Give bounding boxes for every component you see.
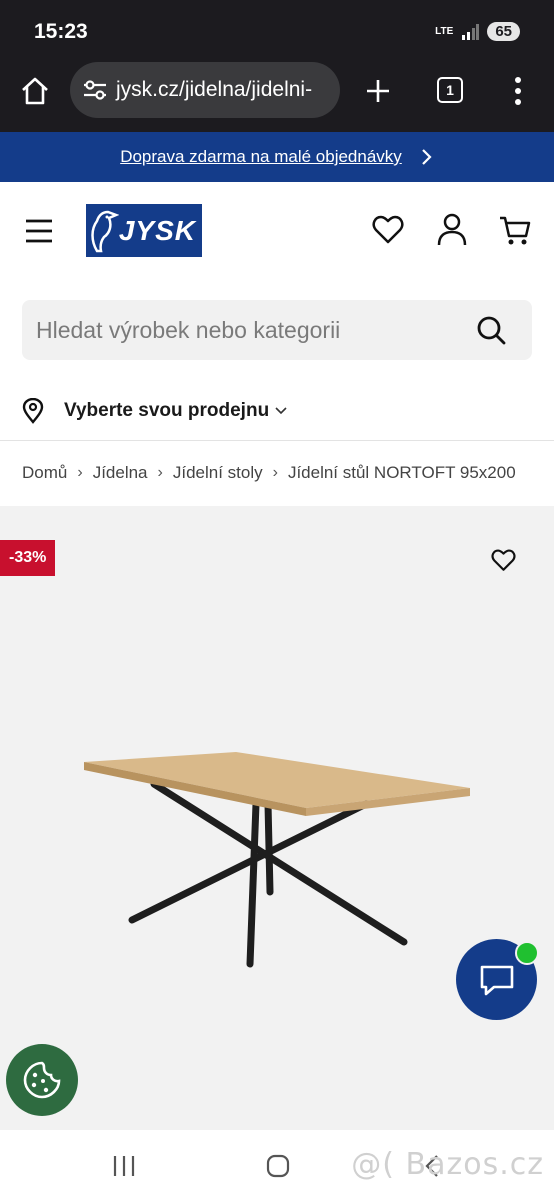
- promo-text[interactable]: Doprava zdarma na malé objednávky: [120, 147, 402, 167]
- store-selector[interactable]: Vyberte svou prodejnu: [22, 394, 287, 428]
- home-icon[interactable]: [20, 76, 50, 106]
- user-icon[interactable]: [437, 213, 467, 247]
- site-settings-icon[interactable]: [82, 77, 108, 103]
- browser-toolbar: jysk.cz/jidelna/jidelni- 1: [0, 62, 554, 132]
- logo-text: JYSK: [118, 214, 196, 246]
- breadcrumb-item-dining-tables[interactable]: Jídelní stoly: [173, 463, 263, 483]
- wishlist-heart-icon[interactable]: [491, 549, 516, 572]
- breadcrumb-item-dining[interactable]: Jídelna: [93, 463, 148, 483]
- cookie-icon: [23, 1061, 61, 1099]
- bird-logo-icon: [91, 210, 119, 253]
- search-input[interactable]: Hledat výrobek nebo kategorii: [36, 317, 476, 344]
- discount-badge: -33%: [0, 540, 56, 576]
- address-bar[interactable]: jysk.cz/jidelna/jidelni-: [70, 62, 340, 118]
- status-indicators: LTE 65: [435, 22, 520, 41]
- watermark: @( Bazos.cz: [351, 1147, 544, 1182]
- promo-banner[interactable]: Doprava zdarma na malé objednávky: [0, 132, 554, 182]
- tabs-icon[interactable]: 1: [437, 77, 463, 103]
- heart-icon[interactable]: [372, 215, 404, 245]
- more-icon[interactable]: [510, 76, 526, 106]
- battery-level: 65: [487, 22, 520, 41]
- tab-count: 1: [446, 82, 454, 98]
- online-indicator: [515, 941, 539, 965]
- location-icon: [22, 398, 44, 424]
- product-gallery[interactable]: -33%: [0, 506, 554, 1130]
- product-image: [84, 752, 470, 968]
- chevron-right-icon: ›: [157, 464, 163, 481]
- menu-icon[interactable]: [24, 218, 54, 244]
- chat-icon: [480, 965, 514, 996]
- jysk-logo[interactable]: JYSK: [86, 204, 202, 257]
- chevron-right-icon: ›: [272, 464, 278, 481]
- site-header: JYSK: [0, 182, 554, 282]
- url-text: jysk.cz/jidelna/jidelni-: [116, 78, 313, 101]
- cart-icon[interactable]: [499, 215, 531, 247]
- breadcrumb-item-home[interactable]: Domů: [22, 463, 67, 483]
- breadcrumb: Domů › Jídelna › Jídelní stoly › Jídelní…: [22, 458, 532, 488]
- recent-apps-icon[interactable]: [112, 1154, 136, 1178]
- network-type: LTE: [435, 25, 454, 37]
- chevron-down-icon: [275, 407, 287, 415]
- store-label[interactable]: Vyberte svou prodejnu: [64, 400, 269, 422]
- home-button-icon[interactable]: [266, 1154, 290, 1178]
- search-bar[interactable]: Hledat výrobek nebo kategorii: [22, 300, 532, 360]
- cookie-settings-button[interactable]: [6, 1044, 78, 1116]
- chevron-right-icon: [422, 149, 432, 165]
- signal-icon: [462, 23, 480, 40]
- breadcrumb-item-current: Jídelní stůl NORTOFT 95x200: [287, 463, 516, 482]
- status-bar: 15:23 LTE 65: [0, 0, 554, 62]
- status-time: 15:23: [34, 20, 88, 43]
- chevron-right-icon: ›: [77, 464, 83, 481]
- new-tab-icon[interactable]: [364, 77, 392, 105]
- divider: [0, 440, 554, 441]
- search-icon[interactable]: [476, 315, 506, 345]
